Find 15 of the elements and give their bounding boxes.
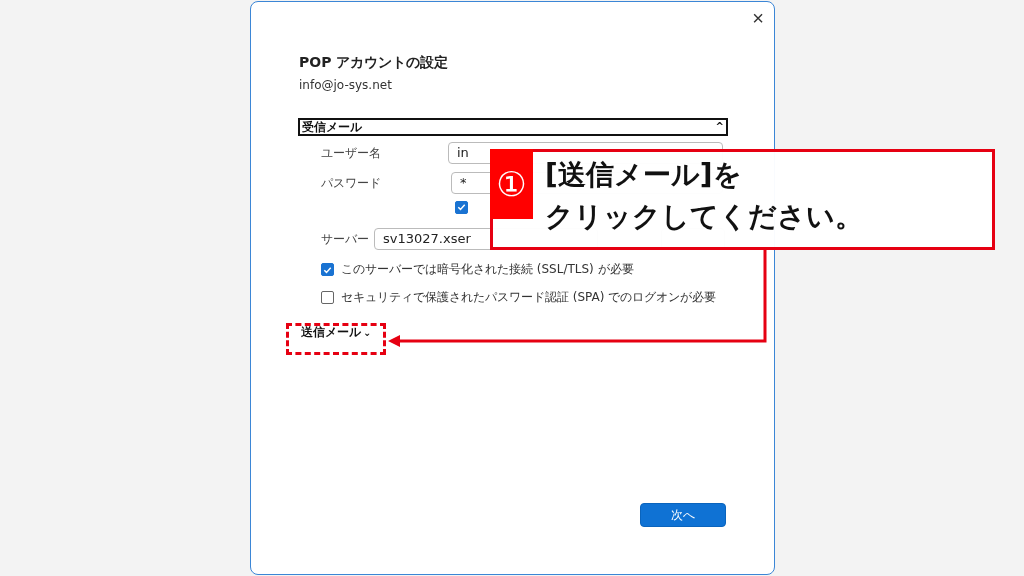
section-header[interactable]: 送信メール ⌄ — [299, 323, 374, 342]
field-label: ユーザー名 — [321, 144, 382, 162]
section-header[interactable]: 受信メール ^ — [298, 118, 728, 136]
checkbox[interactable] — [321, 291, 334, 304]
checkbox-label: このサーバーでは暗号化された接続 (SSL/TLS) が必要 — [341, 261, 634, 278]
checkbox[interactable] — [455, 200, 468, 214]
step-number: ① — [490, 149, 533, 219]
account-email: info@jo-sys.net — [299, 78, 393, 92]
checkbox-label: セキュリティで保護されたパスワード認証 (SPA) でのログオンが必要 — [341, 289, 717, 306]
field-label: パスワード — [321, 174, 382, 192]
field-label: サーバー — [321, 230, 370, 248]
dialog-title: POP アカウントの設定 — [299, 54, 450, 72]
checkbox[interactable] — [321, 263, 334, 276]
close-button[interactable]: × — [746, 8, 770, 28]
next-button[interactable]: 次へ — [640, 503, 726, 527]
